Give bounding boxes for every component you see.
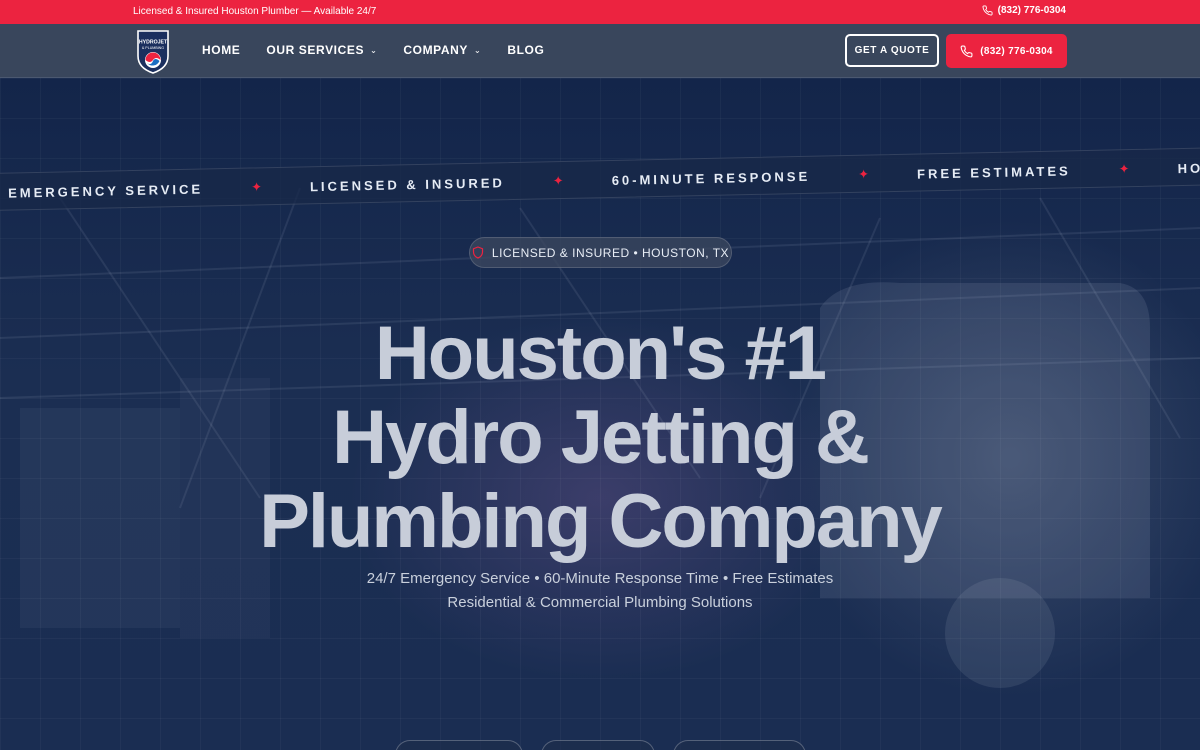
nav-link-blog[interactable]: BLOG: [507, 43, 544, 57]
hero-cta-row: [0, 740, 1200, 750]
hero-cta-button[interactable]: [541, 740, 655, 750]
topbar-phone-link[interactable]: (832) 776-0304: [982, 5, 1066, 16]
star-icon: ✦: [250, 179, 263, 195]
hero-cta-button[interactable]: [673, 740, 806, 750]
hero-headline: Houston's #1 Hydro Jetting & Plumbing Co…: [0, 312, 1200, 564]
nav-link-label: HOME: [202, 43, 241, 57]
star-icon: ✦: [857, 166, 870, 182]
phone-icon: [960, 45, 973, 57]
star-icon: ✦: [552, 172, 564, 189]
ticker-item: HOUSTON'S: [1177, 158, 1200, 176]
ticker-item: FREE ESTIMATES: [916, 162, 1071, 182]
svg-text:& PLUMBING: & PLUMBING: [142, 46, 164, 50]
hero-cta-button[interactable]: [395, 740, 523, 750]
main-navigation: HYDROJET & PLUMBING HOME OUR SERVICES ⌄ …: [0, 24, 1200, 78]
topbar-tagline: Licensed & Insured Houston Plumber — Ava…: [133, 6, 377, 17]
ticker-item: EMERGENCY SERVICE: [7, 181, 204, 201]
ticker-item: 60-MINUTE RESPONSE: [611, 168, 811, 188]
nav-link-label: OUR SERVICES: [266, 43, 365, 57]
nav-links: HOME OUR SERVICES ⌄ COMPANY ⌄ BLOG: [202, 43, 570, 57]
headline-line: Plumbing Company: [259, 479, 943, 564]
nav-link-label: COMPANY: [403, 43, 469, 57]
badge-text: LICENSED & INSURED • HOUSTON, TX: [491, 245, 730, 260]
chevron-down-icon: ⌄: [370, 45, 378, 55]
svg-text:HYDROJET: HYDROJET: [139, 40, 168, 46]
phone-icon: [982, 5, 993, 16]
hero-subline-solutions: Residential & Commercial Plumbing Soluti…: [447, 594, 753, 611]
hero-subline-services: 24/7 Emergency Service • 60-Minute Respo…: [366, 570, 834, 587]
nav-link-company[interactable]: COMPANY ⌄: [403, 43, 481, 57]
call-button-label: (832) 776-0304: [980, 45, 1053, 57]
headline-line: Houston's #1: [374, 311, 827, 396]
logo-shield-icon: HYDROJET & PLUMBING: [137, 30, 169, 74]
call-phone-button[interactable]: (832) 776-0304: [946, 34, 1067, 68]
nav-link-home[interactable]: HOME: [202, 43, 240, 57]
chevron-down-icon: ⌄: [474, 45, 482, 55]
headline-line: Hydro Jetting &: [332, 395, 870, 480]
nav-link-our-services[interactable]: OUR SERVICES ⌄: [266, 43, 377, 57]
topbar-phone-text: (832) 776-0304: [997, 5, 1066, 16]
company-logo[interactable]: HYDROJET & PLUMBING: [135, 28, 171, 74]
shield-icon: [472, 246, 484, 259]
top-utility-bar: Licensed & Insured Houston Plumber — Ava…: [0, 0, 1200, 24]
get-quote-button[interactable]: GET A QUOTE: [845, 34, 939, 67]
star-icon: ✦: [1118, 161, 1130, 177]
nav-link-label: BLOG: [507, 43, 545, 57]
hero-section: EMERGENCY SERVICE ✦ LICENSED & INSURED ✦…: [0, 78, 1200, 750]
license-badge: LICENSED & INSURED • HOUSTON, TX: [469, 237, 732, 268]
ticker-item: LICENSED & INSURED: [309, 174, 505, 194]
